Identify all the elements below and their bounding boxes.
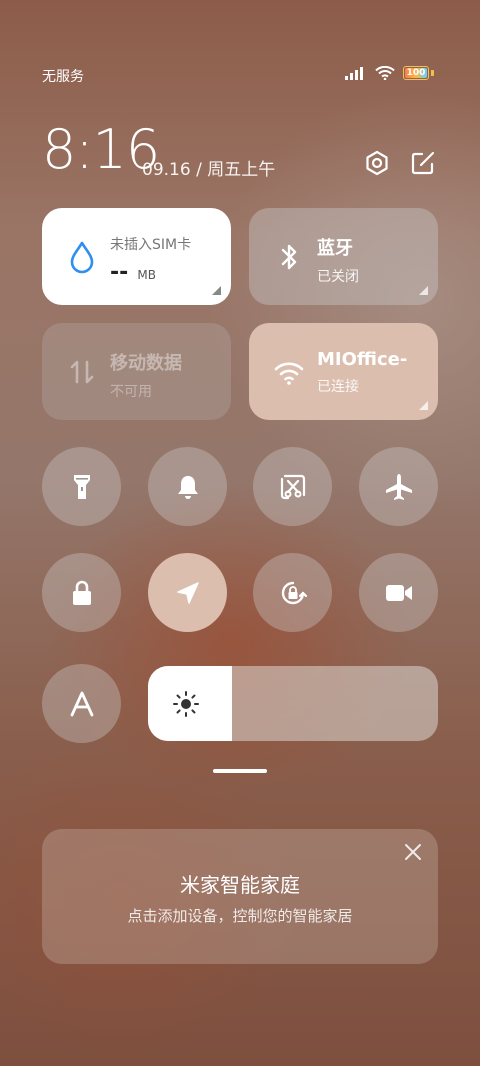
wifi-status: 已连接: [317, 379, 359, 395]
water-drop-icon: [70, 241, 94, 274]
mobile-data-icon: [70, 360, 94, 384]
data-value: --: [110, 260, 129, 285]
auto-brightness-toggle[interactable]: [42, 664, 121, 743]
sim-status: 未插入SIM卡: [110, 237, 192, 253]
edit-icon[interactable]: [408, 148, 438, 178]
wifi-text: MIOffice- 已连接: [317, 349, 407, 396]
bluetooth-title: 蓝牙: [317, 238, 353, 259]
screen-record-toggle[interactable]: [359, 553, 438, 632]
bell-icon: [177, 475, 198, 499]
airplane-icon: [385, 473, 412, 500]
smart-home-card[interactable]: 米家智能家庭 点击添加设备，控制您的智能家居: [42, 829, 438, 964]
bluetooth-text: 蓝牙 已关闭: [317, 234, 359, 286]
mobile-data-status: 不可用: [110, 384, 152, 400]
battery-icon: 100: [403, 66, 429, 80]
close-icon[interactable]: [402, 841, 424, 863]
signal-icon: [345, 67, 363, 80]
location-toggle[interactable]: [148, 553, 227, 632]
bluetooth-icon: [281, 244, 297, 270]
brightness-slider[interactable]: [148, 666, 438, 741]
expand-corner-icon: [419, 401, 428, 410]
lock-icon: [72, 580, 91, 605]
battery-tip: [431, 70, 434, 76]
video-camera-icon: [385, 584, 412, 601]
sun-icon: [173, 691, 199, 717]
screenshot-toggle[interactable]: [253, 447, 332, 526]
mobile-data-title: 移动数据: [110, 353, 182, 374]
expand-corner-icon: [419, 286, 428, 295]
wifi-ssid: MIOffice-: [317, 349, 408, 370]
mobile-data-text: 移动数据 不可用: [110, 349, 182, 401]
airplane-toggle[interactable]: [359, 447, 438, 526]
letter-a-icon: [70, 691, 93, 716]
flashlight-icon: [73, 474, 90, 499]
lock-toggle[interactable]: [42, 553, 121, 632]
carrier-label: 无服务: [42, 69, 84, 85]
flashlight-toggle[interactable]: [42, 447, 121, 526]
wifi-icon: [375, 66, 395, 80]
bluetooth-status: 已关闭: [317, 269, 359, 285]
smart-home-subtitle: 点击添加设备，控制您的智能家居: [127, 907, 353, 925]
rotation-lock-icon: [281, 581, 307, 604]
location-arrow-icon: [176, 581, 199, 604]
battery-level: 100: [406, 68, 426, 78]
wifi-tile[interactable]: MIOffice- 已连接: [249, 323, 438, 420]
data-usage-tile[interactable]: 未插入SIM卡 -- MB: [42, 208, 231, 305]
ring-toggle[interactable]: [148, 447, 227, 526]
data-unit: MB: [137, 268, 156, 282]
data-usage-text: 未插入SIM卡 -- MB: [110, 234, 191, 285]
smart-home-title: 米家智能家庭: [180, 873, 300, 897]
drag-handle[interactable]: [213, 769, 267, 773]
date: 09.16 / 周五上午: [142, 160, 276, 180]
bluetooth-tile[interactable]: 蓝牙 已关闭: [249, 208, 438, 305]
settings-icon[interactable]: [362, 148, 392, 178]
mobile-data-tile[interactable]: 移动数据 不可用: [42, 323, 231, 420]
status-icons: 100: [345, 66, 434, 80]
rotation-lock-toggle[interactable]: [253, 553, 332, 632]
wifi-icon: [274, 362, 304, 385]
scissors-icon: [280, 474, 305, 499]
expand-corner-icon: [212, 286, 221, 295]
